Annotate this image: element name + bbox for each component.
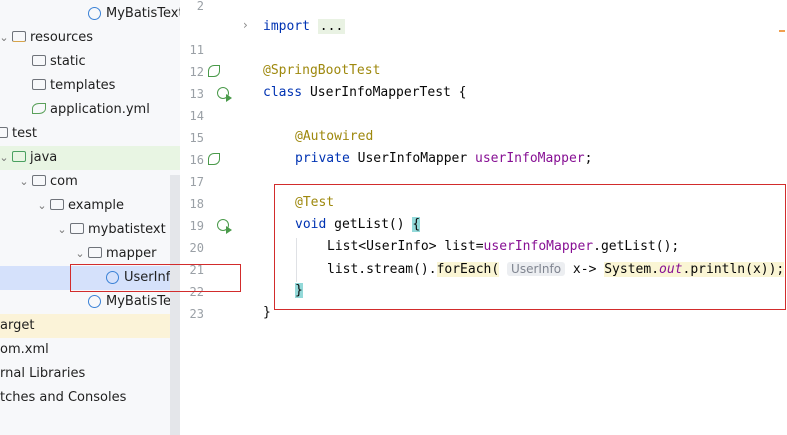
class-keyword: class [263, 85, 303, 100]
tree-item[interactable]: application.yml [0, 98, 180, 122]
expand-chevron-icon[interactable]: ⌄ [18, 170, 30, 194]
folder-icon [32, 175, 46, 186]
tree-item-label: templates [50, 78, 116, 93]
line-number: 20 [189, 241, 204, 255]
class-declaration: UserInfoMapperTest { [302, 85, 467, 100]
tree-item-label: test [12, 126, 37, 141]
private-keyword: private [295, 151, 350, 166]
line-number: 19 [189, 219, 204, 233]
test-source-folder-icon [12, 151, 26, 162]
springboottest-annotation: @SpringBootTest [263, 63, 381, 78]
tree-item[interactable]: ⌄ resources [0, 26, 180, 50]
expand-chevron-icon[interactable]: ⌄ [74, 242, 86, 266]
line-number: 13 [189, 87, 204, 101]
tree-item-label: arget [0, 318, 35, 333]
tree-item-label: static [50, 54, 86, 69]
folder-icon [32, 79, 46, 90]
tree-item[interactable]: ⌄test [0, 122, 180, 146]
line-number: 23 [189, 307, 204, 321]
line-number: 15 [189, 131, 204, 145]
tree-item[interactable]: ⌄ mapper [0, 242, 180, 266]
line-number: 14 [189, 109, 204, 123]
field-name: userInfoMapper [475, 151, 585, 166]
tree-item-label: tches and Consoles [0, 390, 127, 405]
line-number: 18 [189, 197, 204, 211]
tree-item[interactable]: ⌄ java [0, 146, 180, 170]
tree-item[interactable]: templates [0, 74, 180, 98]
tree-item[interactable]: MyBatisTextA [0, 290, 180, 314]
line-number: 16 [189, 153, 204, 167]
java-class-icon [88, 295, 101, 308]
spring-bean-icon[interactable] [208, 65, 220, 77]
run-test-icon[interactable] [217, 87, 232, 102]
tree-item[interactable]: rnal Libraries [0, 362, 180, 386]
tree-item-label: mapper [106, 246, 157, 261]
tree-item[interactable]: ⌄ example [0, 194, 180, 218]
tree-item-label: rnal Libraries [0, 366, 86, 381]
folder-icon [88, 247, 102, 258]
folder-icon [70, 223, 84, 234]
line-number: 2 [196, 0, 204, 13]
line-number: 11 [189, 43, 204, 57]
field-type: UserInfoMapper [349, 151, 476, 166]
inspection-marker[interactable] [779, 30, 785, 32]
fold-arrow-icon[interactable]: › [243, 18, 248, 32]
tree-item-label: MyBatisTextA [106, 294, 180, 309]
code-line-autowired[interactable]: @Autowired [295, 126, 373, 148]
expand-chevron-icon[interactable]: ⌄ [0, 26, 10, 50]
tree-item-label: example [68, 198, 124, 213]
tree-item-label: application.yml [50, 102, 150, 117]
tree-item[interactable]: ⌄ mybatistext [0, 218, 180, 242]
tree-item[interactable]: arget [0, 314, 180, 338]
tree-item[interactable]: ⌄ com [0, 170, 180, 194]
folder-icon [32, 55, 46, 66]
autowired-annotation: @Autowired [295, 129, 374, 144]
line-number: 12 [189, 65, 204, 79]
tree-item[interactable]: MyBatisTextA [0, 2, 180, 26]
import-keyword: import [263, 19, 310, 34]
tree-item-label: MyBatisTextA [106, 6, 180, 21]
tree-item-label: mybatistext [88, 222, 166, 237]
run-test-method-icon[interactable] [217, 219, 232, 234]
tree-item[interactable]: tches and Consoles [0, 386, 180, 410]
highlight-box-code [274, 184, 786, 310]
java-class-icon [88, 7, 101, 20]
tree-item-label: om.xml [0, 342, 49, 357]
expand-chevron-icon[interactable]: ⌄ [56, 218, 68, 242]
tree-item[interactable]: om.xml [0, 338, 180, 362]
semicolon: ; [584, 151, 593, 166]
project-tree: MyBatisTextA ⌄ resources static templates app… [0, 0, 180, 435]
folder-icon [0, 127, 8, 138]
tree-item-label: com [50, 174, 78, 189]
highlight-box-tree [70, 264, 241, 292]
spring-config-icon [32, 103, 46, 114]
resources-folder-icon [12, 31, 26, 42]
collapsed-imports[interactable]: ... [317, 19, 346, 34]
class-close-brace: } [263, 305, 271, 320]
folder-icon [50, 199, 64, 210]
expand-chevron-icon[interactable]: ⌄ [36, 194, 48, 218]
code-line-import[interactable]: import ... [263, 16, 346, 38]
line-number: 17 [189, 175, 204, 189]
tree-item[interactable]: static [0, 50, 180, 74]
code-line-class[interactable]: class UserInfoMapperTest { [263, 82, 467, 104]
expand-chevron-icon[interactable]: ⌄ [0, 146, 10, 170]
tree-item-label: java [30, 150, 58, 165]
tree-scrollbar[interactable] [170, 175, 180, 435]
code-line-annotation[interactable]: @SpringBootTest [263, 60, 380, 82]
code-line-close-class[interactable]: } [263, 302, 271, 324]
code-line-field[interactable]: private UserInfoMapper userInfoMapper; [295, 148, 592, 170]
tree-item-label: resources [30, 30, 94, 45]
autowired-bean-icon[interactable] [208, 153, 220, 165]
